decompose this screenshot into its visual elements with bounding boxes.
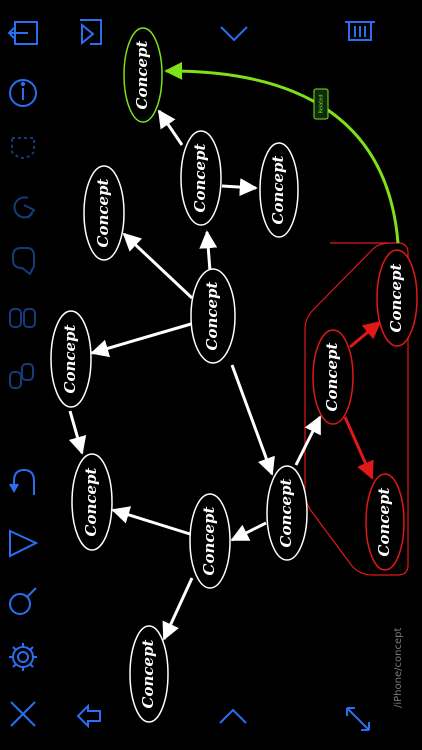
chevron-up-icon[interactable]	[219, 708, 247, 724]
concept-node[interactable]: Concept	[365, 473, 405, 571]
concept-label: Concept	[203, 281, 221, 350]
concept-node[interactable]: Concept	[129, 625, 169, 723]
concept-label: Concept	[323, 342, 341, 411]
concept-node[interactable]: Concept	[376, 249, 418, 347]
concept-node[interactable]: Concept	[189, 493, 231, 589]
link-label-related[interactable]: Related	[313, 88, 329, 120]
group-icon[interactable]	[9, 363, 34, 389]
concept-label: Concept	[387, 263, 405, 332]
expand-icon[interactable]	[346, 707, 370, 731]
concept-node[interactable]: Concept	[259, 142, 299, 238]
link-line	[199, 230, 218, 272]
info-icon[interactable]	[9, 79, 37, 107]
link-line	[111, 506, 191, 536]
link-line	[221, 178, 258, 197]
link-line	[349, 320, 382, 349]
concept-label: Concept	[139, 639, 157, 708]
import-icon[interactable]	[80, 19, 102, 46]
lasso-icon[interactable]	[11, 137, 35, 159]
shape-rotate-icon[interactable]	[13, 196, 36, 219]
link-line	[157, 109, 184, 146]
link-line	[230, 521, 267, 542]
send-icon[interactable]	[9, 529, 39, 558]
app-watermark: /iPhone/concept	[393, 627, 404, 708]
concept-node[interactable]: Concept	[312, 329, 354, 425]
link-line	[343, 416, 374, 480]
duplicate-icon[interactable]	[9, 308, 36, 328]
concept-label: Concept	[200, 506, 218, 575]
concept-node[interactable]: Concept	[83, 165, 125, 261]
settings-gear-icon[interactable]	[9, 643, 37, 671]
concept-node[interactable]: Concept	[123, 27, 163, 123]
link-line	[68, 410, 87, 455]
concept-label: Concept	[82, 467, 100, 536]
concept-label: Concept	[269, 155, 287, 224]
svg-text:Related: Related	[319, 95, 325, 114]
chevron-down-icon[interactable]	[220, 26, 248, 42]
concept-label: Concept	[61, 324, 79, 393]
speech-bubble-icon[interactable]	[12, 247, 35, 276]
close-icon[interactable]	[10, 701, 36, 727]
link-line	[230, 364, 275, 476]
link-line	[90, 322, 192, 358]
concept-node[interactable]: Concept	[190, 268, 236, 364]
link-line	[294, 415, 322, 466]
undo-icon[interactable]	[9, 468, 35, 495]
concept-node[interactable]: Concept	[71, 453, 113, 551]
exit-icon[interactable]	[7, 21, 38, 45]
concept-node[interactable]: Concept	[266, 465, 308, 561]
concept-map-canvas[interactable]: Related Concept Concept Concept Concept Conc…	[0, 0, 422, 750]
concept-node[interactable]: Concept	[180, 130, 222, 226]
search-icon[interactable]	[9, 587, 37, 615]
concept-label: Concept	[94, 178, 112, 247]
link-line	[122, 232, 194, 300]
link-line	[162, 577, 194, 641]
concept-node[interactable]: Concept	[50, 310, 92, 408]
concept-label: Concept	[191, 143, 209, 212]
concept-label: Concept	[277, 478, 295, 547]
back-arrow-icon[interactable]	[76, 703, 101, 729]
trash-icon[interactable]	[345, 21, 375, 41]
concept-label: Concept	[375, 487, 393, 556]
concept-label: Concept	[133, 40, 151, 109]
